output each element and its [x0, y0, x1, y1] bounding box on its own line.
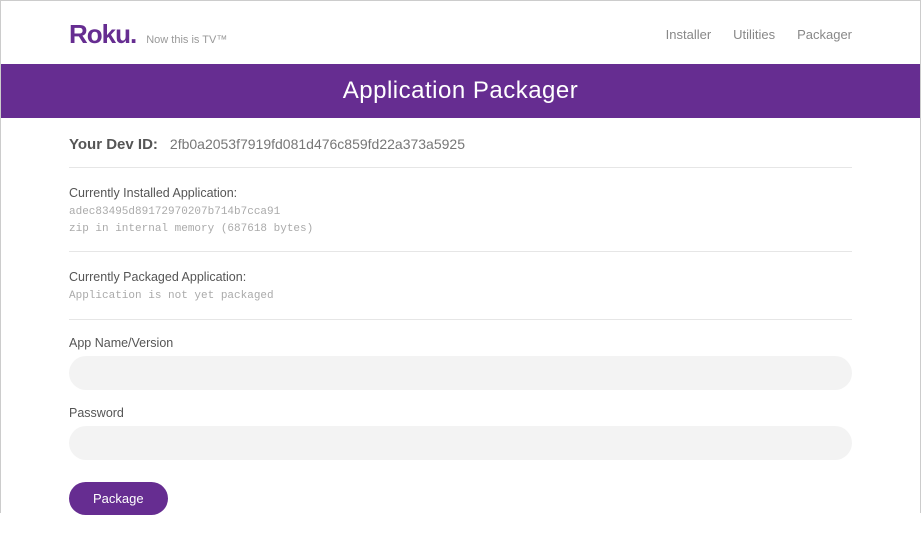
packaged-app-section: Currently Packaged Application: Applicat…: [69, 252, 852, 320]
nav-packager[interactable]: Packager: [797, 27, 852, 42]
nav-utilities[interactable]: Utilities: [733, 27, 775, 42]
nav: Installer Utilities Packager: [666, 27, 852, 42]
password-group: Password: [69, 406, 852, 460]
installed-app-title: Currently Installed Application:: [69, 186, 852, 200]
logo-dot: .: [130, 19, 136, 49]
page: Roku. Now this is TV™ Installer Utilitie…: [1, 1, 920, 555]
page-title: Application Packager: [1, 64, 920, 118]
packaged-app-status: Application is not yet packaged: [69, 288, 852, 305]
packaged-app-title: Currently Packaged Application:: [69, 270, 852, 284]
app-name-input[interactable]: [69, 356, 852, 390]
installed-app-hash: adec83495d89172970207b714b7cca91: [69, 204, 852, 221]
package-form: App Name/Version Password Package: [69, 320, 852, 515]
password-label: Password: [69, 406, 852, 420]
dev-id-label: Your Dev ID:: [69, 136, 158, 153]
header: Roku. Now this is TV™ Installer Utilitie…: [1, 1, 920, 64]
package-button[interactable]: Package: [69, 482, 168, 515]
content: Your Dev ID: 2fb0a2053f7919fd081d476c859…: [1, 118, 920, 555]
dev-id-row: Your Dev ID: 2fb0a2053f7919fd081d476c859…: [69, 136, 852, 168]
tagline: Now this is TV™: [146, 34, 227, 46]
logo-text: Roku: [69, 19, 130, 49]
app-name-group: App Name/Version: [69, 336, 852, 390]
installed-app-section: Currently Installed Application: adec834…: [69, 168, 852, 252]
logo-block: Roku. Now this is TV™: [69, 19, 227, 50]
password-input[interactable]: [69, 426, 852, 460]
app-name-label: App Name/Version: [69, 336, 852, 350]
roku-logo: Roku.: [69, 19, 136, 50]
nav-installer[interactable]: Installer: [666, 27, 712, 42]
installed-app-size: zip in internal memory (687618 bytes): [69, 221, 852, 238]
dev-id-value: 2fb0a2053f7919fd081d476c859fd22a373a5925: [170, 136, 465, 152]
